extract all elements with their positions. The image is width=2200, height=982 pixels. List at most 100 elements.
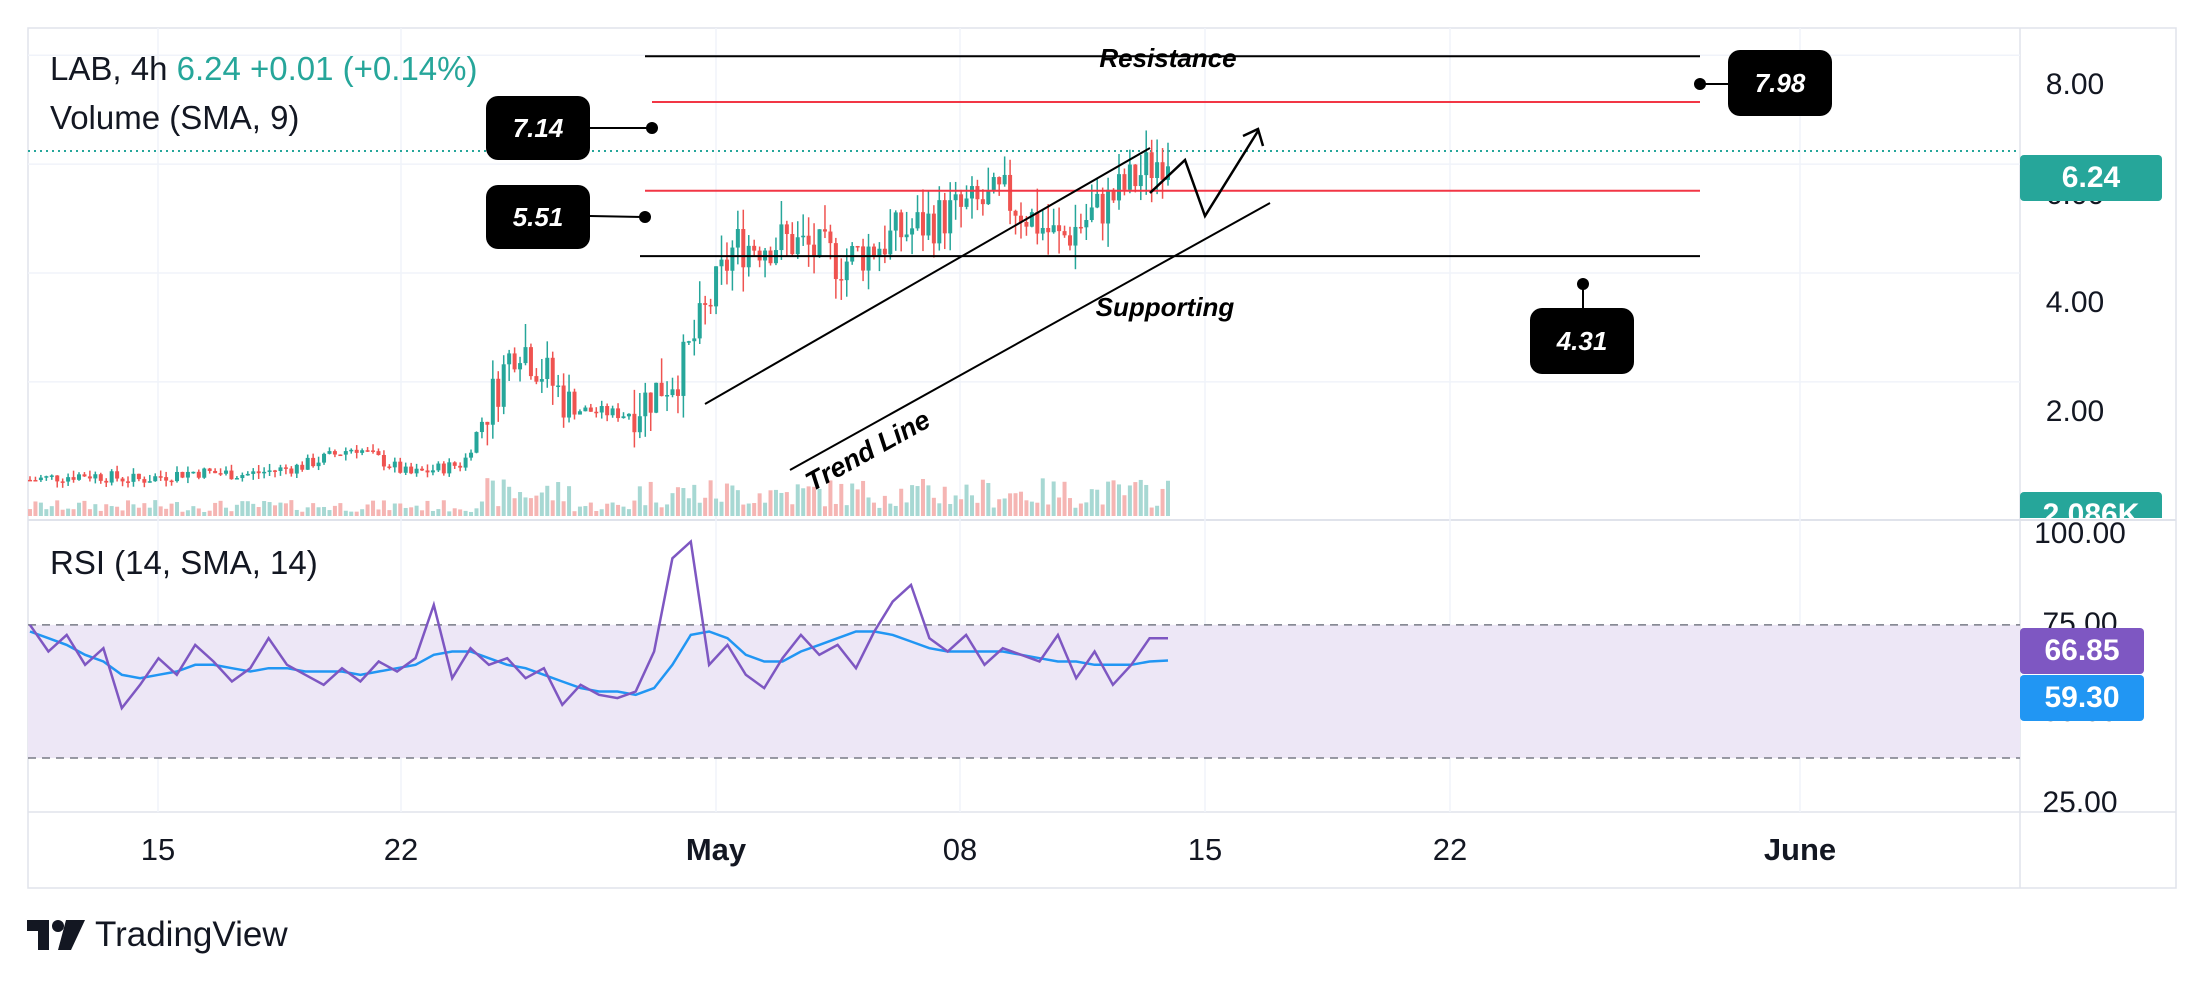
- volume-bar: [1051, 481, 1056, 516]
- volume-bar: [822, 506, 827, 516]
- volume-bar: [643, 505, 648, 516]
- candle-body: [675, 389, 680, 396]
- candle-body: [572, 391, 577, 415]
- rsi-sma-badge: 59.30: [2020, 675, 2144, 721]
- candle-body: [398, 461, 403, 473]
- candle-body: [490, 378, 495, 425]
- candle-body: [910, 228, 915, 235]
- candle-body: [550, 357, 555, 386]
- volume-bar: [294, 509, 299, 516]
- candle-body: [991, 177, 996, 191]
- volume-bar: [1013, 493, 1018, 516]
- candle-body: [207, 468, 212, 471]
- volume-bar: [839, 483, 844, 516]
- price-tick-400: 4.00: [2046, 286, 2104, 319]
- candle-body: [822, 229, 827, 232]
- candlesticks[interactable]: [28, 130, 1170, 488]
- candle-body: [1106, 189, 1111, 224]
- callout-551[interactable]: 5.51: [486, 185, 590, 249]
- candle-body: [561, 385, 566, 418]
- candle-body: [866, 246, 871, 271]
- volume-bar: [1040, 478, 1045, 516]
- symbol-legend[interactable]: LAB, 4h 6.24 +0.01 (+0.14%): [50, 52, 478, 85]
- volume-bar: [539, 492, 544, 516]
- volume-bar: [588, 502, 593, 516]
- candle-body: [577, 411, 582, 415]
- volume-bar: [550, 500, 555, 516]
- volume-bar: [120, 510, 125, 516]
- volume-bar: [567, 486, 572, 516]
- candle-body: [686, 341, 691, 343]
- volume-bar: [675, 487, 680, 516]
- volume-bar: [1046, 504, 1051, 516]
- volume-bar: [708, 480, 713, 516]
- volume-bar: [479, 501, 484, 516]
- candle-body: [1127, 164, 1132, 190]
- chart-canvas[interactable]: Resistance Supporting Trend Line 8.00 6.…: [0, 0, 2200, 982]
- candle-body: [33, 480, 38, 482]
- volume-bar: [262, 501, 267, 516]
- candle-body: [256, 471, 261, 474]
- volume-bar: [398, 503, 403, 516]
- volume-bar: [746, 503, 751, 516]
- candle-body: [659, 382, 664, 397]
- candle-body: [142, 479, 147, 483]
- candle-body: [534, 376, 539, 382]
- volume-bar: [207, 510, 212, 516]
- candle-body: [953, 194, 958, 201]
- volume-bar: [937, 503, 942, 516]
- candle-body: [812, 244, 817, 256]
- symbol-name: LAB, 4h: [50, 50, 168, 87]
- tradingview-brand[interactable]: TradingView: [27, 915, 288, 955]
- volume-bar: [605, 503, 610, 516]
- volume-bar: [752, 503, 757, 516]
- volume-legend[interactable]: Volume (SMA, 9): [50, 101, 299, 134]
- volume-bar: [371, 500, 376, 516]
- candle-body: [496, 378, 501, 407]
- time-label-22-apr: 22: [384, 832, 418, 867]
- price-change-value: +0.01 (+0.14%): [250, 50, 478, 87]
- volume-bar: [926, 485, 931, 516]
- candle-body: [1138, 175, 1143, 187]
- volume-bar: [997, 499, 1002, 516]
- volume-bar: [376, 509, 381, 516]
- callout-431[interactable]: 4.31: [1530, 308, 1634, 374]
- last-price-value: 6.24: [176, 50, 241, 87]
- volume-bar: [55, 500, 60, 516]
- price-tick-200: 2.00: [2046, 395, 2104, 428]
- volume-bar: [648, 481, 653, 516]
- callout-798[interactable]: 7.98: [1728, 50, 1832, 116]
- candle-body: [1149, 152, 1154, 179]
- volume-bar: [1106, 481, 1111, 516]
- callout-714-dot: [646, 122, 658, 134]
- candle-body: [316, 462, 321, 467]
- volume-bar: [109, 506, 114, 516]
- candle-body: [784, 224, 789, 235]
- volume-bar: [1166, 480, 1170, 516]
- channel-lower-line[interactable]: [789, 202, 1271, 471]
- candle-body: [610, 408, 615, 416]
- candle-body: [164, 477, 169, 481]
- candle-body: [899, 212, 904, 238]
- volume-bar: [920, 478, 925, 516]
- candle-body: [665, 395, 670, 397]
- candle-body: [556, 385, 561, 388]
- candle-body: [294, 464, 299, 474]
- callout-714[interactable]: 7.14: [486, 96, 590, 160]
- volume-bar: [654, 502, 659, 516]
- candle-body: [1095, 193, 1100, 208]
- candle-body: [354, 449, 359, 453]
- candle-body: [855, 246, 860, 248]
- volume-bar: [240, 501, 245, 516]
- candle-body: [425, 470, 430, 473]
- volume-bar: [910, 485, 915, 516]
- candle-body: [926, 213, 931, 236]
- volume-bar: [409, 507, 414, 516]
- channel-upper-line[interactable]: [704, 147, 1151, 405]
- volume-bar: [621, 506, 626, 516]
- volume-bar: [71, 509, 76, 516]
- candle-body: [1008, 174, 1013, 211]
- candle-body: [38, 477, 43, 481]
- rsi-legend[interactable]: RSI (14, SMA, 14): [50, 546, 318, 579]
- candle-body: [512, 353, 517, 370]
